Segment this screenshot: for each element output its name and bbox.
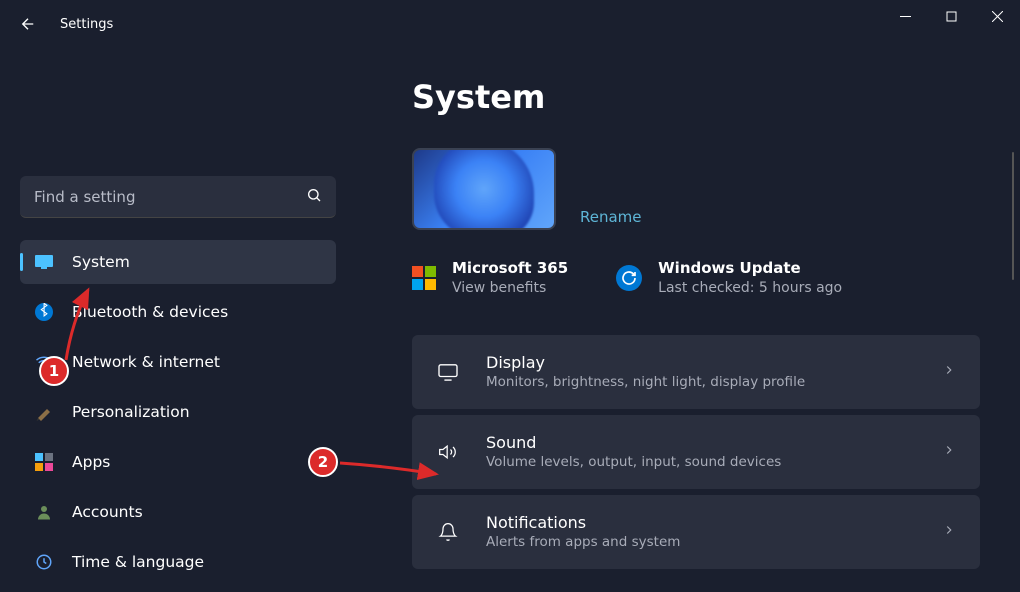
sidebar: System Bluetooth & devices Network & int…	[0, 48, 356, 592]
page-title: System	[412, 78, 980, 116]
update-title: Windows Update	[658, 258, 842, 279]
sidebar-item-label: Time & language	[72, 553, 204, 571]
sidebar-item-apps[interactable]: Apps	[20, 440, 336, 484]
sidebar-item-label: Bluetooth & devices	[72, 303, 228, 321]
setting-desc: Monitors, brightness, night light, displ…	[486, 374, 942, 390]
content-area: System Rename Microsoft 365 View benefit…	[356, 48, 1020, 592]
update-icon	[616, 265, 642, 291]
close-icon	[992, 11, 1003, 22]
ms365-sub: View benefits	[452, 279, 568, 299]
search-icon	[306, 187, 322, 207]
close-button[interactable]	[974, 0, 1020, 32]
nav-list: System Bluetooth & devices Network & int…	[20, 240, 336, 590]
minimize-button[interactable]	[882, 0, 928, 32]
annotation-badge-2: 2	[308, 447, 338, 477]
accounts-icon	[34, 502, 54, 522]
info-cards: Microsoft 365 View benefits Windows Upda…	[412, 258, 980, 299]
sidebar-item-label: Network & internet	[72, 353, 220, 371]
setting-title: Notifications	[486, 513, 942, 532]
maximize-button[interactable]	[928, 0, 974, 32]
window-controls	[882, 0, 1020, 32]
back-button[interactable]	[8, 4, 48, 44]
microsoft-icon	[412, 266, 436, 290]
bluetooth-icon	[34, 302, 54, 322]
setting-sound[interactable]: Sound Volume levels, output, input, soun…	[412, 415, 980, 489]
window-scrollbar[interactable]	[1012, 152, 1014, 232]
time-icon	[34, 552, 54, 572]
system-icon	[34, 252, 54, 272]
app-title: Settings	[60, 17, 113, 32]
sidebar-item-accounts[interactable]: Accounts	[20, 490, 336, 534]
setting-title: Sound	[486, 433, 942, 452]
sidebar-item-label: Apps	[72, 453, 110, 471]
device-thumbnail[interactable]	[412, 148, 556, 230]
arrow-left-icon	[19, 15, 37, 33]
sidebar-item-label: Accounts	[72, 503, 143, 521]
update-sub: Last checked: 5 hours ago	[658, 279, 842, 299]
sidebar-item-label: System	[72, 253, 130, 271]
sidebar-item-system[interactable]: System	[20, 240, 336, 284]
sidebar-item-bluetooth[interactable]: Bluetooth & devices	[20, 290, 336, 334]
notifications-icon	[436, 521, 460, 543]
setting-title: Display	[486, 353, 942, 372]
sound-icon	[436, 442, 460, 462]
sidebar-item-personalization[interactable]: Personalization	[20, 390, 336, 434]
ms365-card[interactable]: Microsoft 365 View benefits	[412, 258, 568, 299]
annotation-badge-1: 1	[39, 356, 69, 386]
setting-desc: Alerts from apps and system	[486, 534, 942, 550]
setting-notifications[interactable]: Notifications Alerts from apps and syste…	[412, 495, 980, 569]
search-container	[20, 176, 336, 218]
chevron-right-icon	[942, 522, 956, 541]
settings-list: Display Monitors, brightness, night ligh…	[412, 335, 980, 569]
display-icon	[436, 363, 460, 381]
minimize-icon	[900, 11, 911, 22]
rename-link[interactable]: Rename	[580, 208, 642, 226]
device-section: Rename	[412, 148, 980, 230]
setting-display[interactable]: Display Monitors, brightness, night ligh…	[412, 335, 980, 409]
maximize-icon	[946, 11, 957, 22]
search-input[interactable]	[20, 176, 336, 218]
sidebar-item-label: Personalization	[72, 403, 190, 421]
titlebar: Settings	[0, 0, 1020, 48]
chevron-right-icon	[942, 442, 956, 461]
personalization-icon	[34, 402, 54, 422]
sidebar-item-time[interactable]: Time & language	[20, 540, 336, 584]
windows-update-card[interactable]: Windows Update Last checked: 5 hours ago	[616, 258, 842, 299]
setting-desc: Volume levels, output, input, sound devi…	[486, 454, 942, 470]
ms365-title: Microsoft 365	[452, 258, 568, 279]
chevron-right-icon	[942, 362, 956, 381]
apps-icon	[34, 452, 54, 472]
